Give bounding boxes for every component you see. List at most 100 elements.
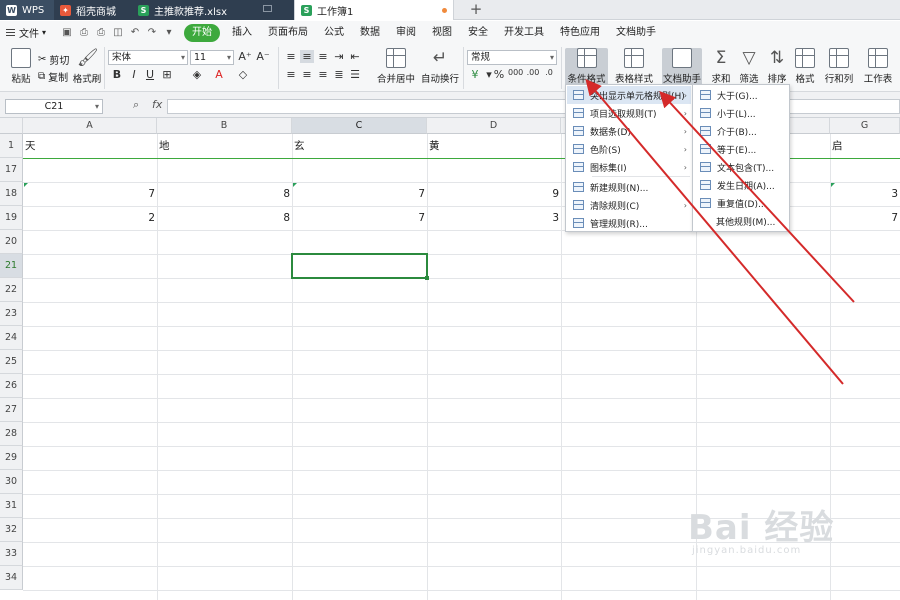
cell-b18[interactable]: 8: [157, 182, 292, 206]
row-header-19[interactable]: 19: [0, 206, 23, 230]
select-all-corner[interactable]: [0, 118, 23, 134]
decrease-decimal-icon[interactable]: .0: [542, 68, 556, 77]
row-header-23[interactable]: 23: [0, 302, 23, 326]
cell-g18[interactable]: 3: [830, 182, 900, 206]
font-color-icon[interactable]: A: [212, 68, 226, 81]
cell-g19[interactable]: 7: [830, 206, 900, 230]
row-header-31[interactable]: 31: [0, 494, 23, 518]
row-header-29[interactable]: 29: [0, 446, 23, 470]
row-header-22[interactable]: 22: [0, 278, 23, 302]
active-cell-selection[interactable]: [291, 253, 429, 280]
save-icon[interactable]: ▣: [60, 26, 74, 40]
highlight-rule-item-1[interactable]: 小于(L)...: [694, 104, 788, 122]
cell-c19[interactable]: 7: [292, 206, 427, 230]
print-preview-icon[interactable]: ◫: [111, 26, 125, 40]
highlight-rule-item-2[interactable]: 介于(B)...: [694, 122, 788, 140]
tab-developer[interactable]: 开发工具: [496, 24, 552, 42]
paste-button[interactable]: 粘贴: [4, 48, 38, 85]
row-header-27[interactable]: 27: [0, 398, 23, 422]
underline-button[interactable]: U: [143, 68, 157, 81]
highlight-rule-item-0[interactable]: 大于(G)...: [694, 86, 788, 104]
row-column-button[interactable]: 行和列: [820, 48, 858, 85]
highlight-rule-item-7[interactable]: 其他规则(M)...: [694, 212, 788, 230]
file-menu[interactable]: 文件 ▾: [0, 25, 60, 40]
row-header-20[interactable]: 20: [0, 230, 23, 254]
cf-menu-item-2[interactable]: 数据条(D) ›: [567, 122, 691, 140]
formula-input[interactable]: [167, 99, 900, 114]
tab-review[interactable]: 审阅: [388, 24, 424, 42]
outdent-icon[interactable]: ⇤: [348, 50, 362, 63]
cell-d18[interactable]: 9: [427, 182, 561, 206]
highlight-rule-item-5[interactable]: 发生日期(A)...: [694, 176, 788, 194]
fx-icon[interactable]: fx: [152, 98, 162, 111]
merge-center-button[interactable]: 合并居中: [376, 48, 416, 85]
thousands-separator-icon[interactable]: 000: [508, 68, 523, 77]
cf-menu-item-7[interactable]: 管理规则(R)...: [567, 214, 691, 232]
column-header-a[interactable]: A: [23, 118, 157, 134]
row-header-32[interactable]: 32: [0, 518, 23, 542]
cell-d19[interactable]: 3: [427, 206, 561, 230]
cf-menu-item-4[interactable]: 图标集(I) ›: [567, 158, 691, 176]
tab-docer-store[interactable]: ✦ 稻壳商城: [54, 0, 132, 20]
tab-page-layout[interactable]: 页面布局: [260, 24, 316, 42]
cell-c18[interactable]: 7: [292, 182, 427, 206]
grow-font-icon[interactable]: A⁺: [238, 50, 252, 63]
fill-color-icon[interactable]: ◈: [190, 68, 204, 81]
percent-icon[interactable]: %: [492, 68, 506, 81]
redo-icon[interactable]: ↷: [145, 26, 159, 40]
align-middle-icon[interactable]: ≡: [300, 50, 314, 63]
align-bottom-icon[interactable]: ≡: [316, 50, 330, 63]
copy-button[interactable]: ⧉ 复制: [38, 69, 68, 84]
indent-icon[interactable]: ⇥: [332, 50, 346, 63]
row-header-34[interactable]: 34: [0, 566, 23, 590]
tab-formulas[interactable]: 公式: [316, 24, 352, 42]
cf-menu-item-1[interactable]: 项目选取规则(T) ›: [567, 104, 691, 122]
tab-workbook1[interactable]: S 工作簿1: [294, 0, 454, 20]
name-box[interactable]: C21: [5, 99, 103, 114]
distribute-icon[interactable]: ☰: [348, 68, 362, 81]
doc-assistant-button[interactable]: 文档助手: [662, 48, 702, 88]
row-header-1[interactable]: 1: [0, 134, 23, 158]
print-icon[interactable]: ⎙: [94, 26, 108, 40]
tab-security[interactable]: 安全: [460, 24, 496, 42]
tab-insert[interactable]: 插入: [224, 24, 260, 42]
column-header-g[interactable]: G: [830, 118, 900, 134]
highlight-rule-item-4[interactable]: 文本包含(T)...: [694, 158, 788, 176]
cell-g1[interactable]: 启: [830, 134, 900, 158]
highlight-rule-item-3[interactable]: 等于(E)...: [694, 140, 788, 158]
highlight-rule-item-6[interactable]: 重复值(D)...: [694, 194, 788, 212]
font-size-select[interactable]: 11: [190, 50, 234, 65]
tab-view[interactable]: 视图: [424, 24, 460, 42]
column-header-d[interactable]: D: [427, 118, 561, 134]
cell-a1[interactable]: 天: [23, 134, 157, 158]
tab-wps-home[interactable]: W WPS: [0, 0, 54, 20]
tab-special-apps[interactable]: 特色应用: [552, 24, 608, 42]
row-header-18[interactable]: 18: [0, 182, 23, 206]
align-right-icon[interactable]: ≡: [316, 68, 330, 81]
align-top-icon[interactable]: ≡: [284, 50, 298, 63]
row-header-30[interactable]: 30: [0, 470, 23, 494]
bold-button[interactable]: B: [110, 68, 124, 81]
cf-menu-item-6[interactable]: 清除规则(C) ›: [567, 196, 691, 214]
column-header-b[interactable]: B: [157, 118, 292, 134]
clear-format-icon[interactable]: ◇: [236, 68, 250, 81]
cell-a19[interactable]: 2: [23, 206, 157, 230]
row-header-26[interactable]: 26: [0, 374, 23, 398]
zoom-search-icon[interactable]: ⌕: [133, 98, 139, 112]
number-format-select[interactable]: 常规: [467, 50, 557, 65]
justify-icon[interactable]: ≣: [332, 68, 346, 81]
fill-handle[interactable]: [425, 276, 429, 280]
undo-icon[interactable]: ↶: [128, 26, 142, 40]
cell-b1[interactable]: 地: [157, 134, 292, 158]
cut-button[interactable]: ✂ 剪切: [38, 52, 69, 67]
conditional-format-button[interactable]: 条件格式: [565, 48, 608, 88]
export-pdf-icon[interactable]: ⎙: [77, 26, 91, 40]
font-name-select[interactable]: 宋体: [108, 50, 188, 65]
worksheet-button[interactable]: 工作表: [858, 48, 898, 85]
increase-decimal-icon[interactable]: .00: [526, 68, 540, 77]
cf-menu-item-5[interactable]: 新建规则(N)...: [567, 178, 691, 196]
quick-access-more-icon[interactable]: ▾: [162, 26, 176, 40]
new-tab-button[interactable]: +: [468, 0, 484, 20]
row-header-24[interactable]: 24: [0, 326, 23, 350]
table-style-button[interactable]: 表格样式: [612, 48, 656, 85]
